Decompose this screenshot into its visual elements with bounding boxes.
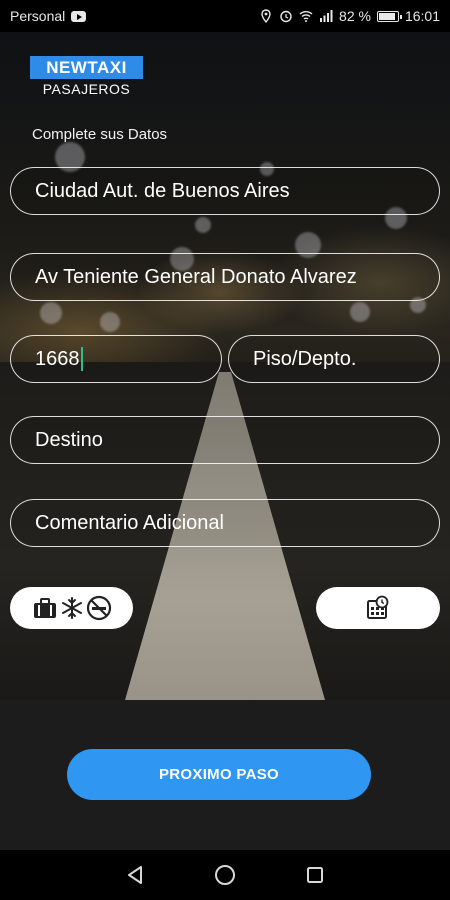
bottom-panel: PROXIMO PASO	[0, 700, 450, 850]
youtube-icon	[71, 10, 87, 22]
number-field[interactable]: 1668	[10, 335, 222, 383]
logo-title: NEWTAXI	[30, 56, 143, 79]
text-cursor	[80, 347, 83, 371]
city-field-value: Ciudad Aut. de Buenos Aires	[35, 179, 290, 202]
calendar-clock-icon	[367, 595, 389, 619]
app-logo: NEWTAXI PASAJEROS	[30, 56, 143, 97]
form-subtitle: Complete sus Datos	[32, 126, 168, 143]
alarm-icon	[280, 10, 292, 23]
number-field-value: 1668	[35, 347, 80, 370]
recents-icon	[307, 867, 323, 883]
comment-field[interactable]: Comentario Adicional	[10, 499, 440, 547]
carrier-label: Personal	[10, 8, 66, 24]
bokeh-light	[195, 217, 211, 233]
floor-field[interactable]: Piso/Depto.	[228, 335, 440, 383]
schedule-button[interactable]	[316, 587, 440, 629]
street-field[interactable]: Av Teniente General Donato Alvarez	[10, 253, 440, 301]
wifi-icon	[299, 11, 313, 22]
recents-button[interactable]	[300, 860, 330, 890]
battery-icon	[376, 10, 402, 22]
bokeh-light	[350, 302, 370, 322]
destination-field[interactable]: Destino	[10, 416, 440, 464]
snowflake-icon	[61, 597, 82, 619]
status-bar-left: Personal	[10, 8, 87, 24]
signal-icon	[320, 10, 333, 22]
bokeh-light	[100, 312, 120, 332]
bokeh-light	[40, 302, 62, 324]
back-icon	[128, 866, 142, 884]
home-icon	[215, 865, 235, 885]
clock: 16:01	[404, 8, 440, 24]
no-smoking-icon	[86, 595, 111, 621]
city-field[interactable]: Ciudad Aut. de Buenos Aires	[10, 167, 440, 215]
status-bar: Personal 82 % 16:01	[0, 0, 450, 32]
logo-subtitle: PASAJEROS	[42, 81, 131, 97]
floor-field-placeholder: Piso/Depto.	[253, 347, 357, 370]
battery-percent: 82 %	[339, 8, 371, 24]
street-field-value: Av Teniente General Donato Alvarez	[35, 265, 357, 288]
back-button[interactable]	[120, 860, 150, 890]
comment-field-placeholder: Comentario Adicional	[35, 511, 224, 534]
next-step-button[interactable]: PROXIMO PASO	[67, 749, 371, 800]
status-bar-right: 82 % 16:01	[259, 8, 440, 24]
location-icon	[261, 9, 271, 23]
ride-options-button[interactable]	[10, 587, 133, 629]
suitcase-icon	[33, 598, 56, 618]
navigation-bar	[0, 850, 450, 900]
home-button[interactable]	[210, 860, 240, 890]
destination-field-placeholder: Destino	[35, 428, 103, 451]
